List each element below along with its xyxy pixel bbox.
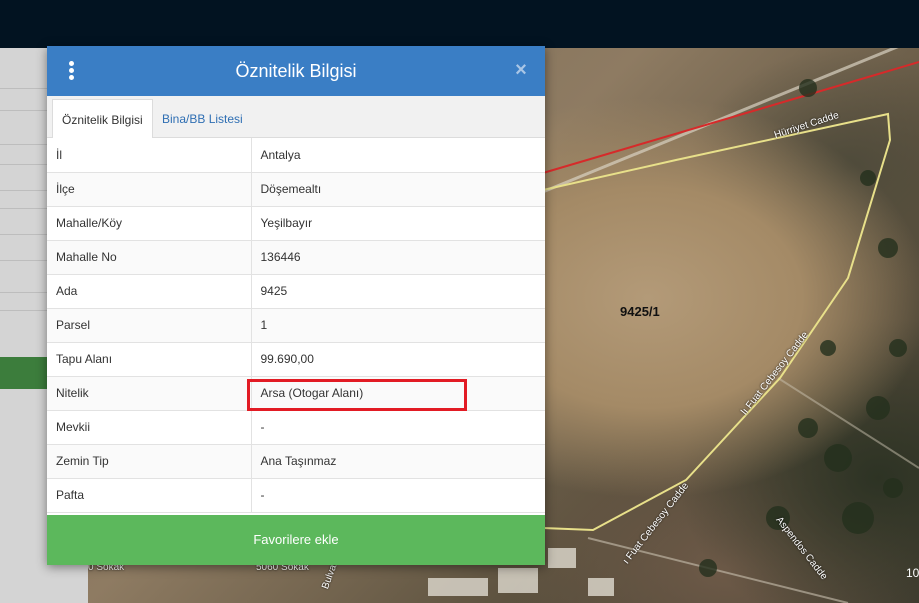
attribute-value: 99.690,00: [251, 342, 545, 377]
table-row: Mevkii -: [47, 410, 545, 445]
attribute-key: Mevkii: [47, 410, 252, 445]
kebab-menu-icon[interactable]: [67, 61, 75, 81]
attribute-table: İl Antalya İlçe Döşemealtı Mahalle/Köy Yeşi…: [47, 138, 545, 513]
parcel-number-label: 9425/1: [620, 304, 660, 319]
table-row: Tapu Alanı 99.690,00: [47, 342, 545, 377]
dialog-header: Öznitelik Bilgisi ×: [47, 46, 545, 96]
attribute-key: Nitelik: [47, 376, 252, 411]
attribute-value: -: [251, 478, 545, 513]
attribute-key: Mahalle/Köy: [47, 206, 252, 241]
table-row: Parsel 1: [47, 308, 545, 343]
attribute-key: İl: [47, 138, 252, 173]
attribute-value: Döşemealtı: [251, 172, 545, 207]
map-corner-text: 10: [906, 566, 919, 580]
attribute-value: Arsa (Otogar Alanı): [251, 376, 545, 411]
attribute-key: Tapu Alanı: [47, 342, 252, 377]
attribute-value: 136446: [251, 240, 545, 275]
table-row: Zemin Tip Ana Taşınmaz: [47, 444, 545, 479]
dialog-tabs: Öznitelik Bilgisi Bina/BB Listesi: [47, 96, 545, 139]
table-row: Pafta -: [47, 478, 545, 513]
table-row: Ada 9425: [47, 274, 545, 309]
table-row: İlçe Döşemealtı: [47, 172, 545, 207]
attribute-value: 9425: [251, 274, 545, 309]
tab-building-list[interactable]: Bina/BB Listesi: [153, 99, 252, 139]
attribute-key: Pafta: [47, 478, 252, 513]
attribute-value: Ana Taşınmaz: [251, 444, 545, 479]
close-icon[interactable]: ×: [511, 60, 531, 80]
attribute-info-dialog: Öznitelik Bilgisi × Öznitelik Bilgisi Bi…: [47, 46, 545, 565]
attribute-key: Zemin Tip: [47, 444, 252, 479]
attribute-key: Parsel: [47, 308, 252, 343]
tab-attribute-info[interactable]: Öznitelik Bilgisi: [52, 99, 153, 139]
attribute-value: -: [251, 410, 545, 445]
attribute-value: Antalya: [251, 138, 545, 173]
table-row: İl Antalya: [47, 138, 545, 173]
dialog-title: Öznitelik Bilgisi: [235, 61, 357, 81]
top-navbar: [0, 0, 919, 48]
attribute-value: 1: [251, 308, 545, 343]
table-row: Mahalle/Köy Yeşilbayır: [47, 206, 545, 241]
attribute-key: İlçe: [47, 172, 252, 207]
add-to-favorites-button[interactable]: Favorilere ekle: [47, 515, 545, 565]
table-row: Mahalle No 136446: [47, 240, 545, 275]
red-boundary-line: [542, 61, 919, 174]
table-row: Nitelik Arsa (Otogar Alanı): [47, 376, 545, 411]
attribute-key: Ada: [47, 274, 252, 309]
attribute-value: Yeşilbayır: [251, 206, 545, 241]
attribute-key: Mahalle No: [47, 240, 252, 275]
